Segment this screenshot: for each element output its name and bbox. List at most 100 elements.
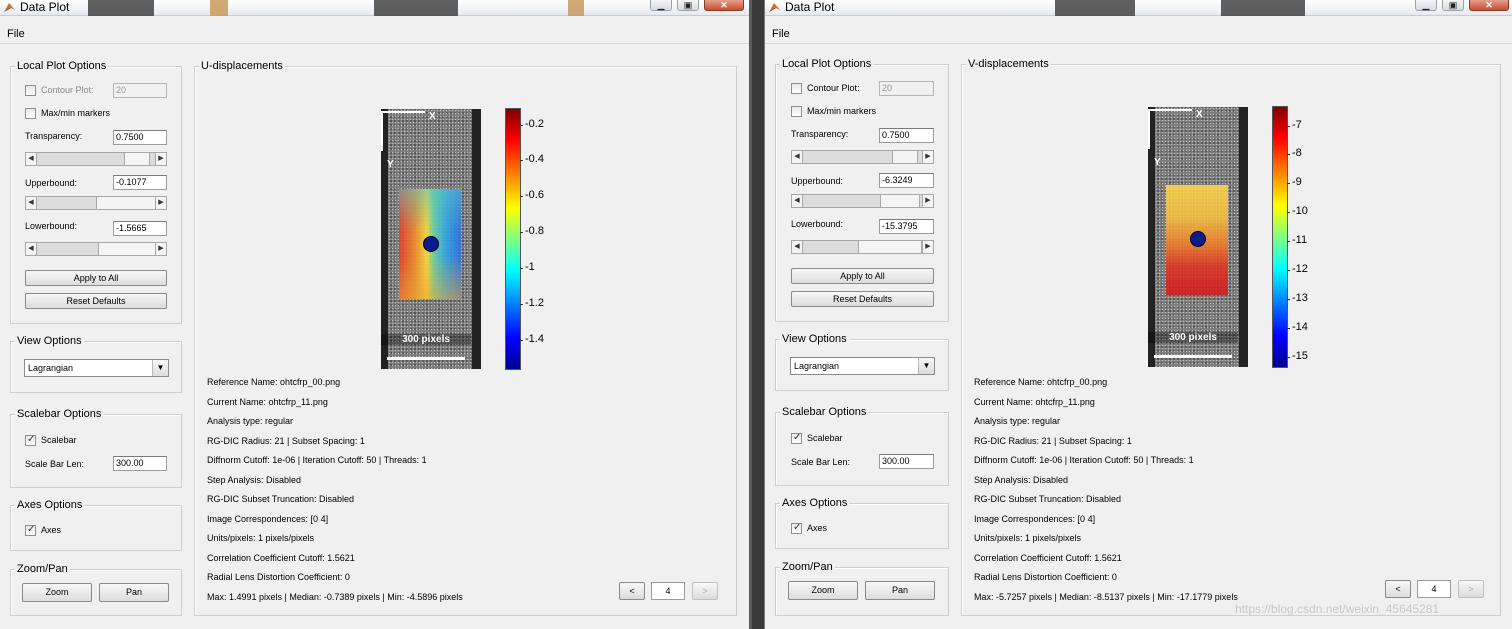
- close-button[interactable]: ✕: [704, 0, 744, 11]
- slider-left-arrow-icon[interactable]: ◀: [792, 151, 803, 163]
- colorbar-tick-mark: [520, 232, 523, 234]
- chevron-down-icon[interactable]: ▼: [152, 360, 168, 376]
- contour-plot-checkbox[interactable]: [791, 83, 802, 94]
- colorbar-tick-mark: [1287, 270, 1290, 272]
- slider-left-arrow-icon[interactable]: ◀: [26, 197, 37, 209]
- chevron-down-icon[interactable]: ▼: [918, 358, 934, 374]
- view-mode-dropdown[interactable]: Lagrangian ▼: [790, 357, 935, 375]
- zoom-pan-panel: Zoom/Pan Zoom Pan: [775, 561, 949, 616]
- background-thumbnail: [210, 0, 228, 16]
- apply-to-all-button[interactable]: Apply to All: [25, 270, 167, 286]
- plot-panel: U-displacements X Y 300 pixels -0.2 -0.4 -…: [194, 60, 737, 616]
- info-line: Units/pixels: 1 pixels/pixels: [974, 533, 1082, 543]
- lowerbound-slider[interactable]: ◀ ▶: [791, 240, 934, 254]
- maximize-icon: ▣: [1448, 0, 1458, 10]
- slider-right-arrow-icon[interactable]: ▶: [922, 151, 933, 163]
- slider-right-arrow-icon[interactable]: ▶: [155, 153, 166, 165]
- apply-to-all-button[interactable]: Apply to All: [791, 268, 934, 284]
- upperbound-slider[interactable]: ◀ ▶: [25, 196, 167, 210]
- slider-left-arrow-icon[interactable]: ◀: [792, 195, 803, 207]
- minimize-icon: ▁: [657, 0, 665, 10]
- maxmin-markers-label: Max/min markers: [807, 106, 877, 116]
- pan-button[interactable]: Pan: [99, 583, 169, 602]
- contour-plot-checkbox[interactable]: [25, 85, 36, 96]
- plot-title: V-displacements: [966, 58, 1051, 70]
- menu-file[interactable]: File: [772, 28, 790, 40]
- scalebar-checkbox[interactable]: ✓: [25, 434, 36, 446]
- zoom-button[interactable]: Zoom: [788, 581, 858, 600]
- prev-button[interactable]: <: [1385, 580, 1411, 598]
- colorbar-tick-mark: [1287, 241, 1290, 243]
- transparency-slider[interactable]: ◀ ▶: [791, 150, 934, 164]
- slider-left-arrow-icon[interactable]: ◀: [26, 243, 37, 255]
- lowerbound-field[interactable]: -1.5665: [113, 221, 167, 236]
- transparency-field[interactable]: 0.7500: [879, 128, 934, 143]
- local-plot-options-panel: Local Plot Options Contour Plot: 20 Max/…: [10, 60, 182, 324]
- slider-right-arrow-icon[interactable]: ▶: [155, 243, 166, 255]
- info-line: Analysis type: regular: [207, 416, 294, 426]
- slider-left-arrow-icon[interactable]: ◀: [792, 241, 803, 253]
- maximize-button[interactable]: ▣: [677, 0, 699, 11]
- upperbound-field[interactable]: -6.3249: [879, 173, 934, 188]
- info-line: RG-DIC Subset Truncation: Disabled: [974, 494, 1122, 504]
- zoom-button[interactable]: Zoom: [22, 583, 92, 602]
- scalebar-checkbox[interactable]: ✓: [791, 432, 802, 444]
- slider-right-arrow-icon[interactable]: ▶: [922, 241, 933, 253]
- reset-defaults-button[interactable]: Reset Defaults: [25, 293, 167, 309]
- frame-index-field[interactable]: 4: [651, 582, 685, 600]
- contour-levels-field[interactable]: 20: [113, 83, 167, 98]
- maxmin-markers-label: Max/min markers: [41, 108, 111, 118]
- title-bar[interactable]: Data Plot ▁ ▣ ✕: [765, 0, 1512, 16]
- menu-file[interactable]: File: [7, 28, 25, 40]
- maximize-button[interactable]: ▣: [1442, 0, 1464, 11]
- frame-index-field[interactable]: 4: [1417, 580, 1451, 598]
- upperbound-slider[interactable]: ◀ ▶: [791, 194, 934, 208]
- slider-thumb[interactable]: [124, 153, 150, 165]
- slider-thumb[interactable]: [880, 195, 920, 207]
- upperbound-field[interactable]: -0.1077: [113, 175, 167, 190]
- colorbar-tick-mark: [520, 124, 523, 126]
- transparency-field[interactable]: 0.7500: [113, 130, 167, 145]
- colorbar-tick-mark: [520, 268, 523, 270]
- contour-plot-label: Contour Plot:: [807, 83, 860, 93]
- pan-button[interactable]: Pan: [865, 581, 935, 600]
- slider-thumb[interactable]: [96, 197, 156, 209]
- colorbar-tick-mark: [520, 304, 523, 306]
- lowerbound-slider[interactable]: ◀ ▶: [25, 242, 167, 256]
- slider-left-arrow-icon[interactable]: ◀: [26, 153, 37, 165]
- panel-title: Zoom/Pan: [780, 561, 835, 573]
- axes-checkbox[interactable]: ✓: [25, 524, 36, 536]
- slider-thumb[interactable]: [98, 243, 156, 255]
- maxmin-markers-checkbox[interactable]: [791, 106, 802, 117]
- colorbar-tick-mark: [1287, 328, 1290, 330]
- title-bar[interactable]: Data Plot ▁ ▣ ✕: [0, 0, 749, 16]
- close-button[interactable]: ✕: [1469, 0, 1509, 11]
- lowerbound-field[interactable]: -15.3795: [879, 219, 934, 234]
- slider-right-arrow-icon[interactable]: ▶: [155, 197, 166, 209]
- minimize-button[interactable]: ▁: [650, 0, 672, 11]
- info-line: Analysis type: regular: [974, 416, 1061, 426]
- transparency-slider[interactable]: ◀ ▶: [25, 152, 167, 166]
- checkmark-icon: ✓: [793, 522, 802, 533]
- view-mode-dropdown[interactable]: Lagrangian ▼: [24, 359, 169, 377]
- colorbar-tick-label: -11: [1292, 234, 1308, 247]
- next-button[interactable]: >: [692, 582, 718, 600]
- hole-marker: [423, 236, 439, 252]
- window-title: Data Plot: [20, 0, 70, 14]
- displacement-plot[interactable]: X Y 300 pixels: [1148, 107, 1248, 367]
- slider-thumb[interactable]: [858, 241, 922, 253]
- scalebar-length-field[interactable]: 300.00: [879, 454, 934, 469]
- prev-button[interactable]: <: [619, 582, 645, 600]
- minimize-button[interactable]: ▁: [1415, 0, 1437, 11]
- maxmin-markers-checkbox[interactable]: [25, 108, 36, 119]
- contour-levels-field[interactable]: 20: [879, 81, 934, 96]
- reset-defaults-button[interactable]: Reset Defaults: [791, 291, 934, 307]
- slider-thumb[interactable]: [892, 151, 918, 163]
- slider-right-arrow-icon[interactable]: ▶: [922, 195, 933, 207]
- axes-checkbox[interactable]: ✓: [791, 522, 802, 534]
- next-button[interactable]: >: [1458, 580, 1484, 598]
- displacement-plot[interactable]: X Y 300 pixels: [381, 109, 481, 369]
- scalebar-options-panel: Scalebar Options ✓ Scalebar Scale Bar Le…: [10, 408, 182, 488]
- scalebar-length-field[interactable]: 300.00: [113, 456, 167, 471]
- axes-options-panel: Axes Options ✓ Axes: [775, 497, 949, 549]
